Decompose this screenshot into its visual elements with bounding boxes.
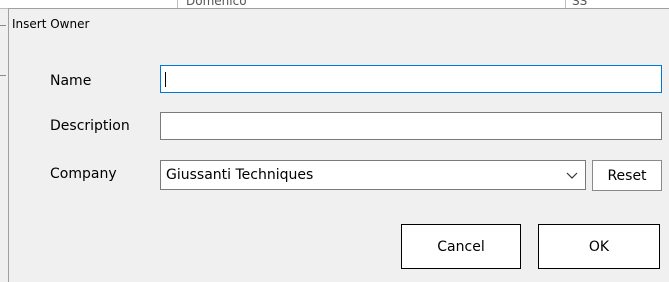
background-column-header: Domenico xyxy=(186,0,247,8)
column-separator xyxy=(565,0,566,8)
background-column-header: SS xyxy=(572,0,588,8)
cancel-button[interactable]: Cancel xyxy=(401,224,521,269)
chevron-down-icon[interactable] xyxy=(565,168,579,182)
background-row-line xyxy=(0,75,6,76)
description-label: Description xyxy=(50,118,130,134)
insert-owner-dialog: Insert Owner Name Description Company Gi… xyxy=(8,8,669,282)
background-row-line xyxy=(0,25,6,26)
dialog-titlebar[interactable]: Insert Owner xyxy=(9,9,669,39)
name-input[interactable] xyxy=(160,65,662,93)
ok-button[interactable]: OK xyxy=(538,224,660,269)
screen: Domenico SS Insert Owner Name Descriptio… xyxy=(0,0,669,282)
description-input[interactable] xyxy=(160,112,662,140)
name-label: Name xyxy=(50,73,92,89)
column-separator xyxy=(177,0,178,8)
dialog-title: Insert Owner xyxy=(12,17,90,31)
reset-button[interactable]: Reset xyxy=(592,160,662,191)
company-dropdown[interactable]: Giussanti Techniques xyxy=(160,160,586,190)
company-selected-value: Giussanti Techniques xyxy=(166,167,314,183)
text-cursor xyxy=(165,72,166,87)
company-label: Company xyxy=(50,166,117,182)
